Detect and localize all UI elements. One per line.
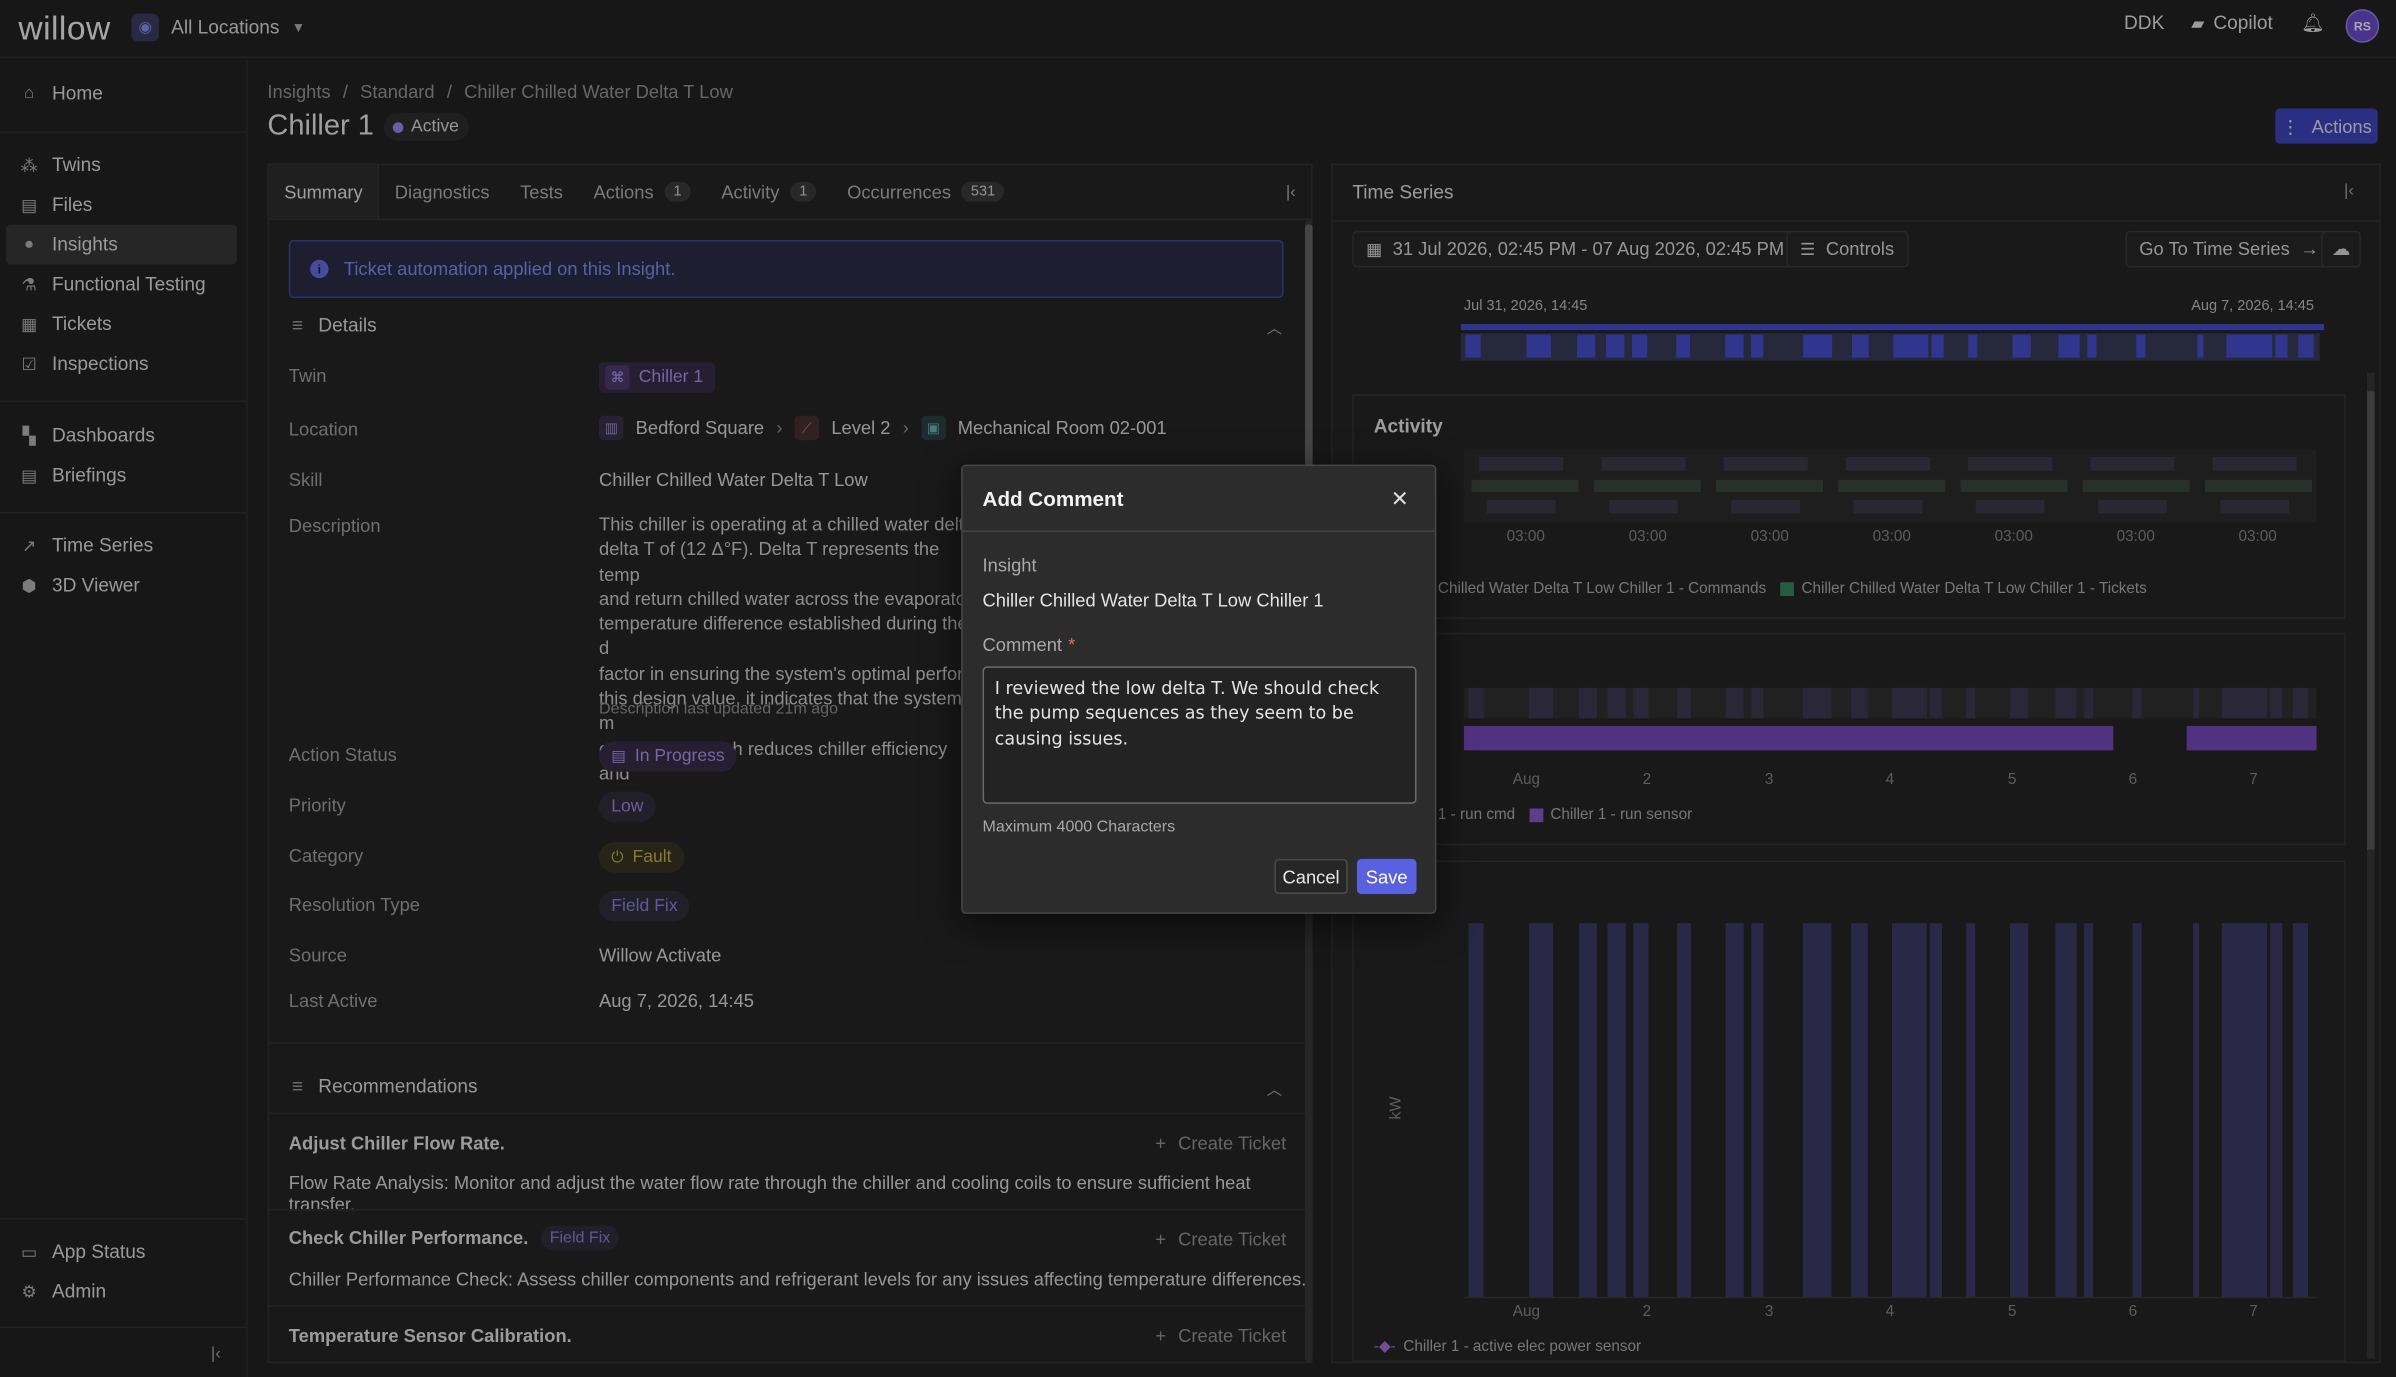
close-icon[interactable]: ✕ <box>1389 488 1410 509</box>
cancel-button[interactable]: Cancel <box>1274 858 1348 895</box>
save-button[interactable]: Save <box>1356 858 1417 895</box>
comment-label-row: Comment * <box>983 634 1076 655</box>
comment-textarea[interactable]: I reviewed the low delta T. We should ch… <box>982 666 1417 804</box>
app-root: willow ◉ All Locations ▼ DDK ▰ Copilot 🔔… <box>0 0 2396 1377</box>
insight-value: Chiller Chilled Water Delta T Low Chille… <box>982 589 1324 612</box>
comment-label: Comment <box>982 634 1063 656</box>
insight-label: Insight <box>982 554 1037 577</box>
dialog-title: Add Comment <box>962 466 1435 532</box>
add-comment-dialog: Add Comment ✕ Insight Chiller Chilled Wa… <box>961 464 1437 914</box>
character-limit-hint: Maximum 4000 Characters <box>982 817 1176 836</box>
required-mark: * <box>1068 634 1076 656</box>
